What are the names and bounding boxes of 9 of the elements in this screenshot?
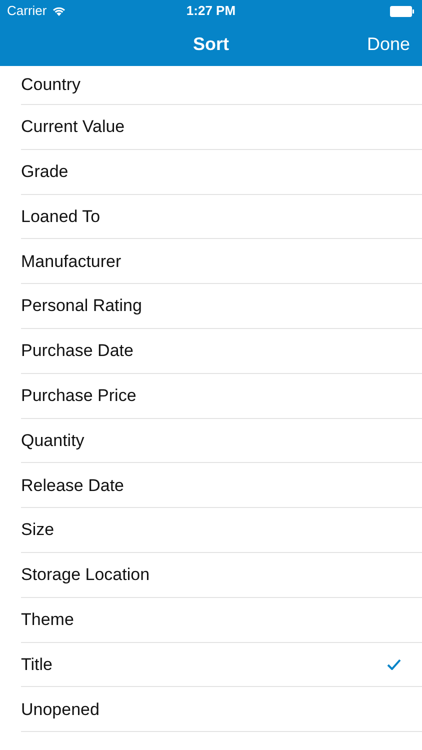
done-button[interactable]: Done xyxy=(366,30,410,58)
wifi-icon xyxy=(52,6,66,16)
sort-option[interactable]: Loaned To xyxy=(21,194,422,240)
nav-title: Sort xyxy=(193,32,229,56)
carrier-label: Carrier xyxy=(7,2,47,20)
battery-icon xyxy=(390,6,414,16)
sort-option[interactable]: Title xyxy=(21,642,422,688)
clock-time: 1:27 PM xyxy=(186,2,236,20)
sort-option[interactable]: Quantity xyxy=(21,418,422,464)
